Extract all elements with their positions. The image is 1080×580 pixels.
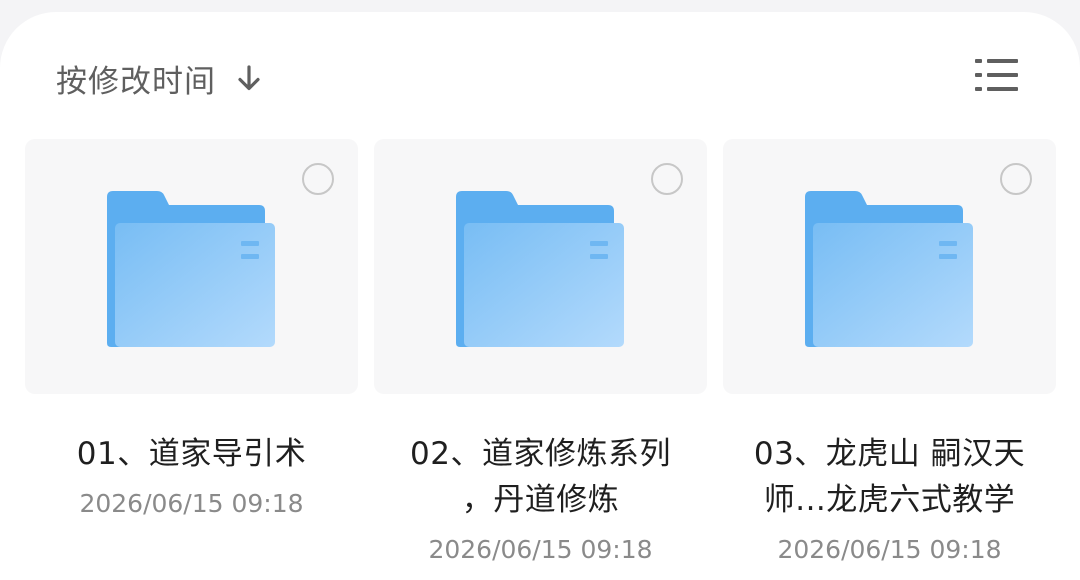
folder-item[interactable]: 01、道家导引术 2026/06/15 09:18	[25, 139, 358, 569]
folder-item[interactable]: 02、道家修炼系列 ，丹道修炼 2026/06/15 09:18	[374, 139, 707, 569]
folder-thumbnail	[723, 139, 1056, 394]
folder-icon	[107, 191, 275, 347]
folder-name: 01、道家导引术	[76, 436, 307, 472]
folder-modified-date: 2026/06/15 09:18	[428, 535, 653, 564]
select-checkbox[interactable]	[651, 163, 683, 195]
folder-modified-date: 2026/06/15 09:18	[79, 489, 304, 518]
file-browser-panel: 按修改时间 01、道家导引术 2026/06/15 09:18 02、道家修炼系…	[0, 12, 1080, 580]
folder-name: 03、龙虎山 嗣汉天 师...龙虎六式教学	[753, 436, 1026, 518]
select-checkbox[interactable]	[1000, 163, 1032, 195]
arrow-down-icon	[238, 65, 260, 91]
folder-thumbnail	[25, 139, 358, 394]
sort-by-modified-time-button[interactable]: 按修改时间	[56, 56, 264, 100]
list-view-icon	[975, 59, 1018, 91]
folder-icon	[456, 191, 624, 347]
folder-modified-date: 2026/06/15 09:18	[777, 535, 1002, 564]
select-checkbox[interactable]	[302, 163, 334, 195]
folder-icon	[805, 191, 973, 347]
folder-grid: 01、道家导引术 2026/06/15 09:18 02、道家修炼系列 ，丹道修…	[25, 139, 1056, 580]
folder-thumbnail	[374, 139, 707, 394]
folder-item[interactable]: 03、龙虎山 嗣汉天 师...龙虎六式教学 2026/06/15 09:18	[723, 139, 1056, 569]
sort-label: 按修改时间	[56, 63, 216, 100]
folder-name: 02、道家修炼系列 ，丹道修炼	[410, 436, 671, 518]
list-view-toggle-button[interactable]	[972, 56, 1022, 96]
